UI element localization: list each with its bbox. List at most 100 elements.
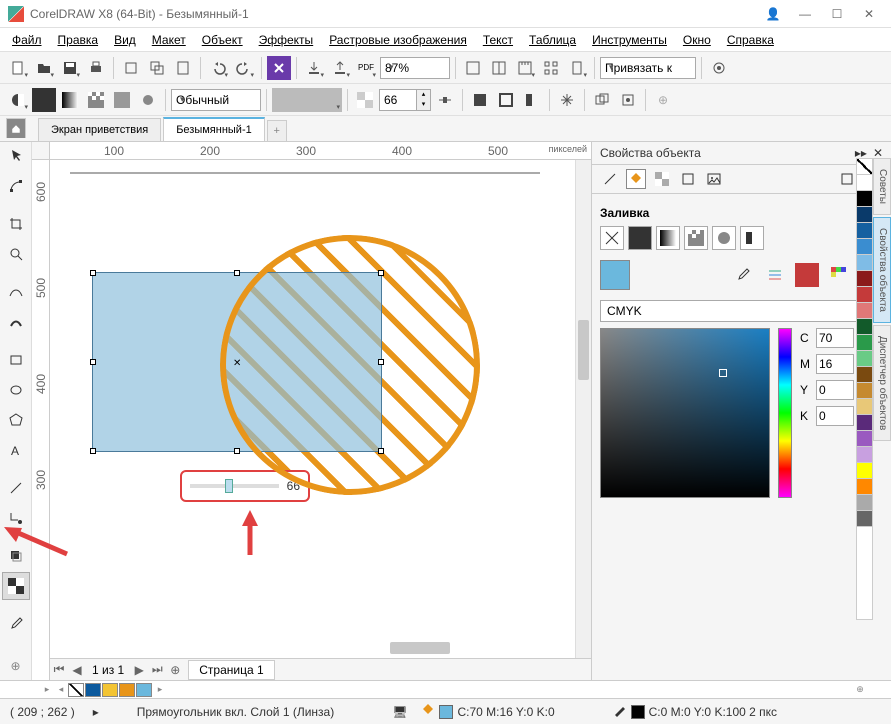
postscript-fill-button[interactable] [740,226,764,250]
fountain-transparency-button[interactable] [58,88,82,112]
doc-sw-3[interactable] [119,683,135,697]
palette-swatch[interactable] [857,271,872,287]
palette-swatch[interactable] [857,207,872,223]
uniform-fill-button[interactable] [628,226,652,250]
apply-fill-button[interactable] [494,88,518,112]
transparency-tab-icon[interactable] [652,169,672,189]
status-outline-swatch[interactable] [631,705,645,719]
fullscreen-button[interactable] [461,56,485,80]
palette-swatch[interactable] [857,335,872,351]
polygon-tool[interactable] [2,406,30,434]
no-fill-button[interactable] [600,226,624,250]
magenta-input[interactable] [816,354,854,374]
hints-docker-tab[interactable]: Советы [873,158,891,215]
undo-button[interactable] [206,56,230,80]
new-tab-button[interactable]: + [267,120,287,141]
menu-text[interactable]: Текст [475,33,521,47]
menu-table[interactable]: Таблица [521,33,584,47]
page-prev[interactable]: ◀ [68,663,86,677]
fill-bucket-icon[interactable] [421,703,435,720]
document-tab[interactable]: Безымянный-1 [163,117,265,141]
user-icon[interactable]: 👤 [759,4,787,24]
palette-swatch[interactable] [857,319,872,335]
slider-thumb[interactable] [225,479,233,493]
palette-swatch[interactable] [857,191,872,207]
palette-swatch[interactable] [857,431,872,447]
hue-slider[interactable] [778,328,792,498]
ruler-corner[interactable] [32,142,50,160]
cyan-input[interactable] [816,328,854,348]
add-tool-button[interactable]: ⊕ [2,652,30,680]
menu-file[interactable]: Файл [4,33,50,47]
circle-object[interactable] [220,235,480,495]
vertical-ruler[interactable]: 600 500 400 300 [32,160,50,680]
guides-button[interactable] [539,56,563,80]
fountain-fill-button[interactable] [656,226,680,250]
menu-object[interactable]: Объект [194,33,251,47]
apply-outline-button[interactable] [520,88,544,112]
palette-prev[interactable]: ◂ [54,684,68,695]
horizontal-ruler[interactable]: 100 200 300 400 500 пикселей [50,142,591,160]
blend-mode-combo[interactable]: Обычный▾ [171,89,261,111]
opacity-slider-button[interactable] [433,88,457,112]
transparency-type-button[interactable] [6,88,30,112]
doc-sw-1[interactable] [85,683,101,697]
palette-swatch[interactable] [857,303,872,319]
hscroll-thumb[interactable] [390,642,450,654]
current-fill-swatch[interactable] [600,260,630,290]
palette-swatch[interactable] [857,255,872,271]
copy-button[interactable] [145,56,169,80]
fill-tab-icon[interactable] [626,169,646,189]
cut-button[interactable] [119,56,143,80]
palette-swatch[interactable] [857,351,872,367]
rectangle-tool[interactable] [2,346,30,374]
dimension-tool[interactable] [2,474,30,502]
add-preset-button[interactable]: ⊕ [651,88,675,112]
home-tab-button[interactable] [6,118,26,138]
uniform-transparency-button[interactable] [32,88,56,112]
panel-mode-1-icon[interactable] [837,169,857,189]
close-button[interactable]: ✕ [855,4,883,24]
vertical-scrollbar[interactable] [575,160,591,658]
object-manager-docker-tab[interactable]: Диспетчер объектов [873,325,891,441]
palette-swatch[interactable] [857,223,872,239]
menu-tools[interactable]: Инструменты [584,33,675,47]
artistic-media-tool[interactable] [2,308,30,336]
eyedropper-icon[interactable] [731,263,755,287]
menu-help[interactable]: Справка [719,33,782,47]
menu-view[interactable]: Вид [106,33,144,47]
doc-sw-2[interactable] [102,683,118,697]
open-button[interactable] [32,56,56,80]
import-button[interactable] [302,56,326,80]
palette-swatch[interactable] [857,287,872,303]
ellipse-tool[interactable] [2,376,30,404]
palette-next[interactable]: ▸ [153,684,167,695]
eyedropper-tool[interactable] [2,610,30,638]
outline-tab-icon[interactable] [600,169,620,189]
search-button[interactable] [267,56,291,80]
print-button[interactable] [84,56,108,80]
slider-track[interactable] [190,484,279,488]
opacity-spinner[interactable]: ▴▾ [379,89,431,111]
properties-docker-tab[interactable]: Свойства объекта [873,217,891,323]
options-button[interactable] [707,56,731,80]
palette-swatch[interactable] [857,239,872,255]
snap-combo[interactable]: Привязать к▾ [600,57,696,79]
menu-edit[interactable]: Правка [50,33,107,47]
texture-transparency-button[interactable] [110,88,134,112]
zoom-tool[interactable] [2,240,30,268]
text-tool[interactable]: A [2,436,30,464]
menu-effects[interactable]: Эффекты [251,33,322,47]
pdf-button[interactable]: PDF [354,56,378,80]
palette-swatch[interactable] [857,463,872,479]
palette-swatch[interactable] [857,383,872,399]
kaleidoscope-button[interactable] [136,88,160,112]
yellow-input[interactable] [816,380,854,400]
palette-add[interactable]: ⊕ [853,684,867,695]
palette-left[interactable]: ▸ [40,684,54,695]
palette-swatch[interactable] [857,511,872,527]
copy-transparency-button[interactable] [590,88,614,112]
page-add[interactable]: ⊕ [166,663,184,677]
page-first[interactable]: ⏮ [50,662,68,677]
menu-bitmaps[interactable]: Растровые изображения [321,33,475,47]
